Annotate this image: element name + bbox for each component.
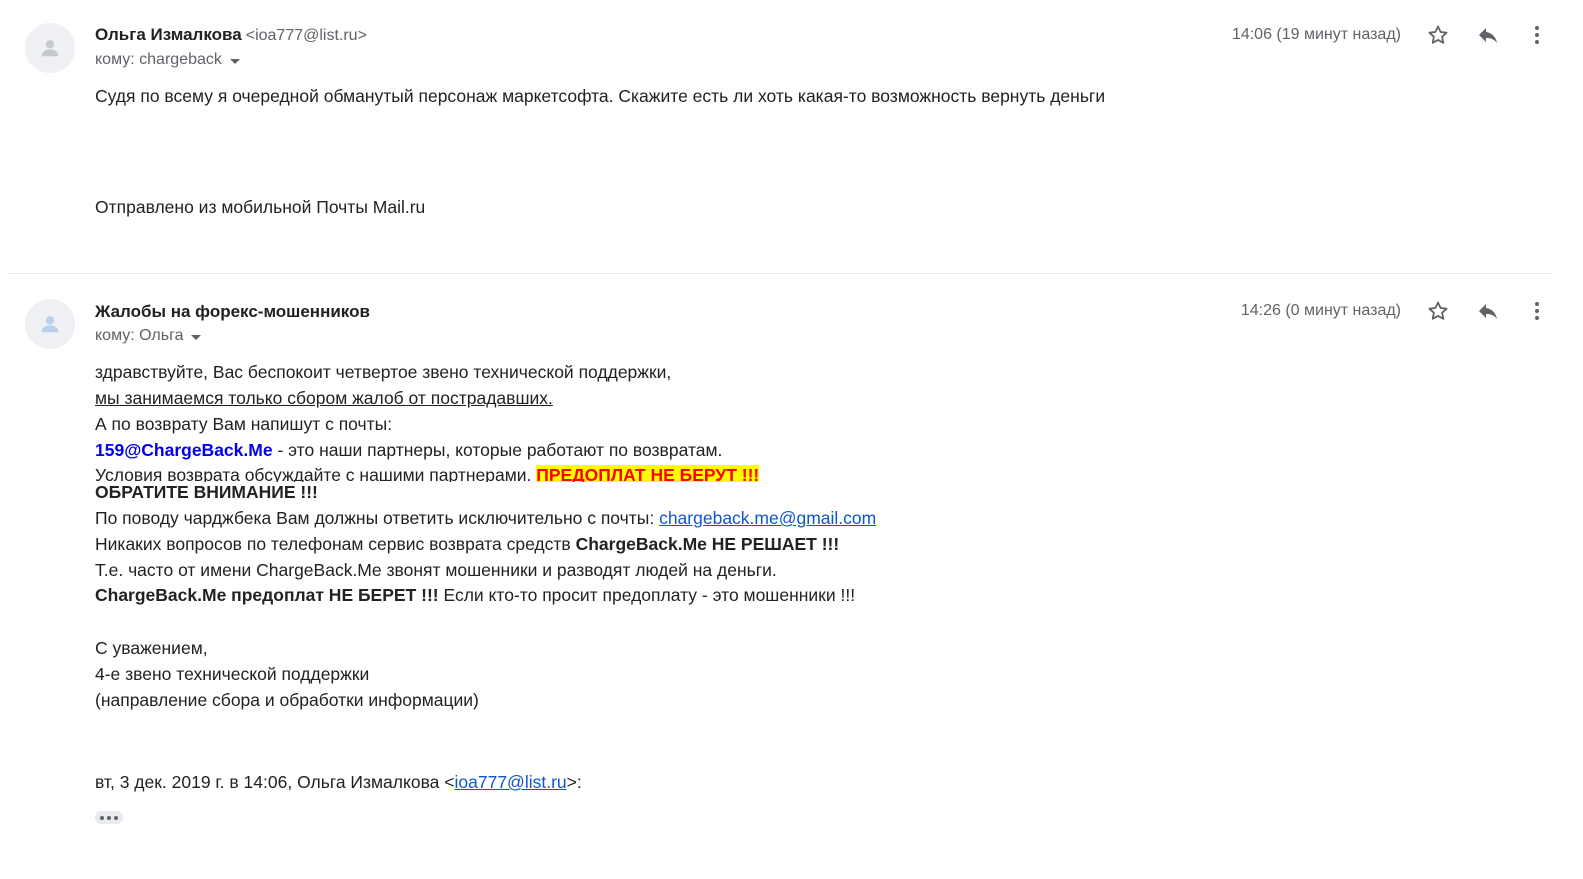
noprepay-bold: ChargeBack.Me предоплат НЕ БЕРЕТ !!! (95, 585, 439, 605)
quote-header: вт, 3 дек. 2019 г. в 14:06, Ольга Измалк… (95, 772, 582, 793)
star-icon[interactable] (1425, 298, 1451, 324)
partner-email[interactable]: 159@ChargeBack.Me (95, 440, 273, 460)
sender-name[interactable]: Жалобы на форекс-мошенников (95, 302, 370, 321)
partner-text: - это наши партнеры, которые работают по… (272, 440, 723, 460)
recipient-dropdown[interactable]: кому: Ольга (95, 327, 202, 345)
show-trimmed-icon[interactable] (95, 811, 123, 824)
person-icon (41, 40, 59, 57)
chevron-down-icon[interactable] (229, 58, 240, 64)
attention-heading: ОБРАТИТЕ ВНИМАНИЕ !!! (95, 482, 318, 502)
body-line-scammers: Т.е. часто от имени ChargeBack.Me звонят… (95, 560, 777, 580)
quote-post: >: (566, 772, 582, 792)
sender: Жалобы на форекс-мошенников (95, 302, 370, 322)
more-vert-icon[interactable] (1524, 298, 1550, 324)
divider (8, 273, 1553, 274)
sender-email: <ioa777@list.ru> (245, 27, 367, 44)
chargeback-email-link[interactable]: chargeback.me@gmail.com (659, 508, 876, 528)
body-line-scope: мы занимаемся только сбором жалоб от пос… (95, 388, 553, 408)
phones-text: Никаких вопросов по телефонам сервис воз… (95, 534, 576, 554)
body-line-partner: 159@ChargeBack.Me - это наши партнеры, к… (95, 440, 722, 461)
recipient-dropdown[interactable]: кому: chargeback (95, 51, 240, 69)
signature-dept: (направление сбора и обработки информаци… (95, 690, 479, 710)
avatar[interactable] (25, 299, 75, 349)
reply-icon[interactable] (1475, 22, 1501, 48)
more-vert-icon[interactable] (1524, 22, 1550, 48)
body-line-chargeback: По поводу чарджбека Вам должны ответить … (95, 508, 876, 529)
noprepay-text: Если кто-то просит предоплату - это моше… (438, 585, 856, 605)
message-time: 14:06 (19 минут назад) (1231, 26, 1401, 43)
star-icon[interactable] (1425, 22, 1451, 48)
recipient-label: кому: chargeback (95, 51, 222, 68)
closing-line: С уважением, (95, 638, 208, 658)
sender: Ольга Измалкова <ioa777@list.ru> (95, 25, 367, 45)
message-time: 14:26 (0 минут назад) (1240, 302, 1401, 319)
reply-icon[interactable] (1475, 298, 1501, 324)
signature-line: Отправлено из мобильной Почты Mail.ru (95, 197, 426, 217)
body-line-noprepay: ChargeBack.Me предоплат НЕ БЕРЕТ !!! Есл… (95, 585, 855, 606)
recipient-label: кому: Ольга (95, 327, 184, 344)
sender-name[interactable]: Ольга Измалкова (95, 25, 242, 44)
quote-pre: вт, 3 дек. 2019 г. в 14:06, Ольга Измалк… (95, 772, 455, 792)
quote-email-link[interactable]: ioa777@list.ru (455, 772, 567, 792)
avatar[interactable] (25, 23, 75, 73)
body-line-greeting: здравствуйте, Вас беспокоит четвертое зв… (95, 362, 672, 382)
body-line-conditions: Условия возврата обсуждайте с нашими пар… (95, 465, 760, 482)
chevron-down-icon[interactable] (191, 334, 202, 340)
body-line-refund: А по возврату Вам напишут с почты: (95, 414, 393, 434)
chargeback-text: По поводу чарджбека Вам должны ответить … (95, 508, 660, 528)
body-line-phones: Никаких вопросов по телефонам сервис воз… (95, 534, 839, 555)
conditions-text: Условия возврата обсуждайте с нашими пар… (95, 465, 537, 482)
prepayment-warning: ПРЕДОПЛАТ НЕ БЕРУТ !!! (536, 465, 760, 482)
person-icon (41, 316, 59, 333)
message-body-line: Судя по всему я очередной обманутый перс… (95, 86, 1106, 106)
phones-bold: ChargeBack.Me НЕ РЕШАЕТ !!! (575, 534, 840, 554)
signature-team: 4-е звено технической поддержки (95, 664, 370, 684)
